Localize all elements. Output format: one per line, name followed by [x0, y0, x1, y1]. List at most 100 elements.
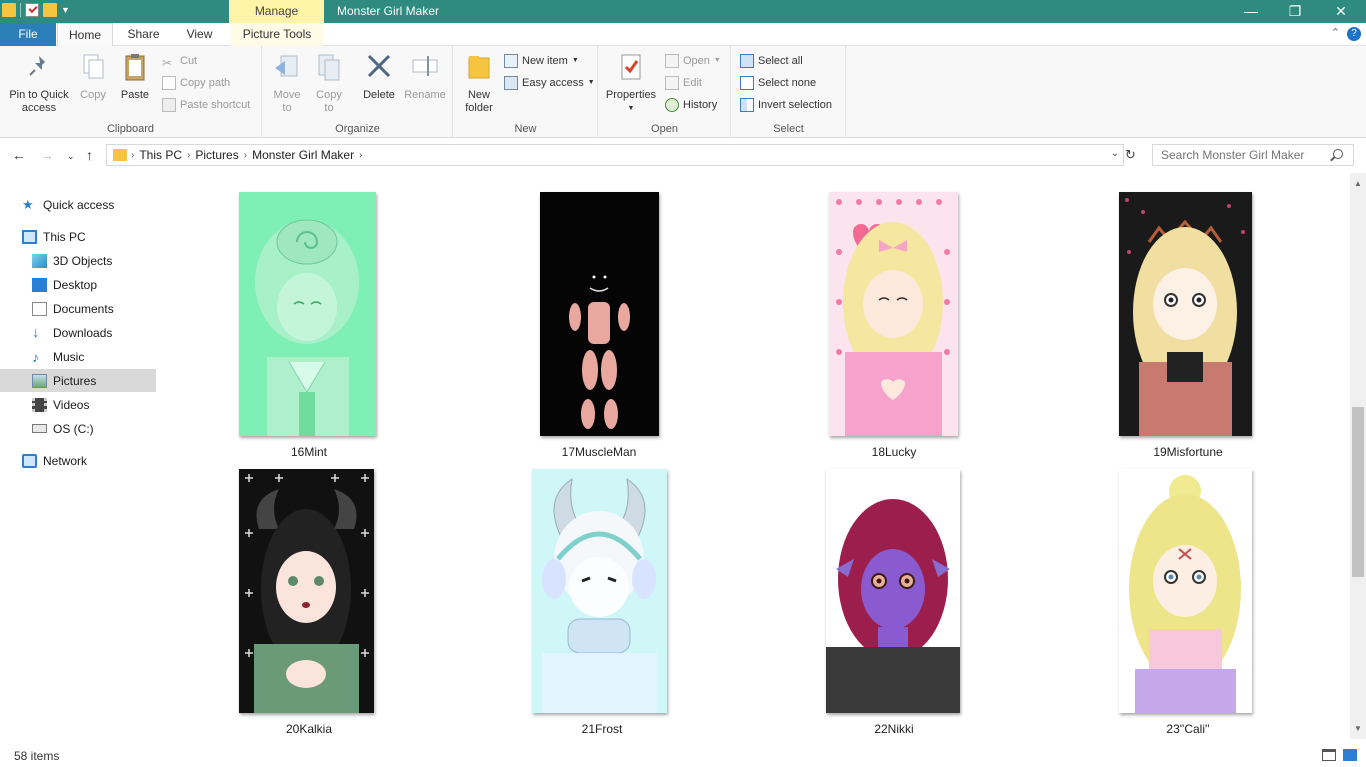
up-arrow-icon[interactable]: ↑ [86, 147, 93, 163]
sidebar-item-this-pc[interactable]: This PC [0, 225, 156, 248]
sidebar-item-3d-objects[interactable]: 3D Objects [0, 249, 156, 272]
new-item-button[interactable]: New item ▼ [504, 52, 579, 70]
scroll-thumb[interactable] [1352, 407, 1364, 577]
paste-button[interactable]: Paste [116, 52, 154, 102]
open-button[interactable]: Open ▼ [665, 52, 721, 70]
computer-icon [22, 229, 37, 244]
cut-button[interactable]: ✂ Cut [162, 52, 197, 70]
desktop-icon [32, 277, 47, 292]
scroll-down-icon[interactable]: ▼ [1354, 724, 1362, 733]
properties-button[interactable]: Properties ▼ [603, 52, 659, 115]
copy-path-label: Copy path [180, 77, 231, 89]
customize-toolbar-icon[interactable]: ▼ [61, 5, 70, 15]
chevron-down-icon[interactable]: ⌄ [1111, 148, 1119, 159]
file-label-21frost[interactable]: 21Frost [502, 722, 702, 736]
ribbon: Pin to Quick access Copy Paste ✂ Cut Cop… [0, 46, 1366, 138]
move-to-button[interactable]: Move to [267, 52, 307, 115]
back-arrow-icon[interactable]: ← [12, 147, 26, 163]
sidebar-item-music[interactable]: ♪ Music [0, 345, 156, 368]
tab-home[interactable]: Home [57, 23, 113, 46]
sidebar-item-network[interactable]: Network [0, 449, 156, 472]
thumbnail-18lucky[interactable] [829, 192, 958, 436]
paste-shortcut-button[interactable]: Paste shortcut [162, 96, 250, 114]
toolbar-divider [20, 3, 21, 17]
thumbnail-21frost[interactable] [532, 469, 667, 713]
address-bar[interactable]: › This PC › Pictures › Monster Girl Make… [106, 144, 1124, 166]
paste-icon [125, 54, 145, 81]
sidebar-item-pictures[interactable]: Pictures [0, 369, 156, 392]
history-button[interactable]: History [665, 96, 717, 114]
search-input[interactable] [1152, 144, 1354, 166]
thumbnail-image [826, 469, 960, 713]
copy-to-label: Copy to [316, 89, 342, 114]
sidebar-item-videos[interactable]: Videos [0, 393, 156, 416]
thumbnail-23cali[interactable] [1119, 469, 1252, 713]
thumbnail-image [239, 192, 376, 436]
tab-view[interactable]: View [172, 23, 227, 46]
file-label-16mint[interactable]: 16Mint [209, 445, 409, 459]
copy-to-button[interactable]: Copy to [309, 52, 349, 115]
help-icon[interactable]: ? [1347, 27, 1361, 41]
new-group-label: New [514, 123, 537, 135]
scroll-up-icon[interactable]: ▲ [1354, 179, 1362, 188]
forward-arrow-icon[interactable]: → [40, 147, 54, 163]
details-view-icon[interactable] [1322, 749, 1336, 761]
sidebar-item-desktop[interactable]: Desktop [0, 273, 156, 296]
sidebar-item-downloads[interactable]: ↓ Downloads [0, 321, 156, 344]
file-label-20kalkia[interactable]: 20Kalkia [209, 722, 409, 736]
large-icons-view-icon[interactable] [1343, 749, 1357, 761]
refresh-icon[interactable]: ↻ [1125, 147, 1136, 163]
recent-locations-icon[interactable]: ⌄ [67, 151, 75, 162]
thumbnail-image [540, 192, 659, 436]
restore-button[interactable]: ❐ [1272, 0, 1318, 23]
partial-file-label [229, 173, 389, 180]
file-label-19misfortune[interactable]: 19Misfortune [1088, 445, 1288, 459]
breadcrumb-this-pc[interactable]: This PC [134, 148, 187, 162]
thumbnail-17muscleman[interactable] [540, 192, 659, 436]
easy-access-button[interactable]: Easy access ▼ [504, 74, 595, 92]
sidebar-item-os-drive[interactable]: OS (C:) [0, 417, 156, 440]
edit-button[interactable]: Edit [665, 74, 702, 92]
tab-manage[interactable]: Manage [229, 0, 324, 23]
select-none-button[interactable]: Select none [740, 74, 816, 92]
file-label-23cali[interactable]: 23''Cali'' [1088, 722, 1288, 736]
breadcrumb-monster-girl-maker[interactable]: Monster Girl Maker [247, 148, 359, 162]
minimize-button[interactable]: — [1228, 0, 1274, 23]
pin-icon [29, 56, 45, 76]
history-label: History [683, 99, 718, 111]
new-folder-button[interactable]: New folder [460, 52, 498, 115]
breadcrumb-pictures[interactable]: Pictures [190, 148, 243, 162]
thumbnail-20kalkia[interactable] [239, 469, 374, 713]
delete-button[interactable]: Delete [359, 52, 399, 102]
properties-check-icon[interactable] [25, 3, 39, 17]
rename-button[interactable]: Rename [403, 52, 447, 102]
close-button[interactable]: ✕ [1318, 0, 1364, 23]
drive-icon [32, 424, 47, 433]
invert-selection-button[interactable]: Invert selection [740, 96, 832, 114]
breadcrumb-separator-icon[interactable]: › [359, 150, 362, 161]
new-folder-label: New folder [465, 89, 493, 114]
thumbnail-16mint[interactable] [239, 192, 376, 436]
copy-button[interactable]: Copy [76, 52, 110, 102]
network-icon [22, 453, 37, 468]
paste-label: Paste [120, 89, 150, 101]
tab-share[interactable]: Share [116, 23, 171, 46]
sidebar-item-quick-access[interactable]: ★ Quick access [0, 193, 156, 216]
vertical-scrollbar[interactable]: ▲ ▼ [1350, 173, 1366, 739]
new-folder-icon[interactable] [43, 3, 57, 17]
videos-icon [32, 397, 47, 412]
pin-quick-access-button[interactable]: Pin to Quick access [4, 52, 74, 115]
copy-path-button[interactable]: Copy path [162, 74, 230, 92]
thumbnail-22nikki[interactable] [826, 469, 960, 713]
sidebar-item-label: Pictures [53, 373, 97, 388]
tab-file[interactable]: File [0, 23, 56, 46]
select-all-button[interactable]: Select all [740, 52, 803, 70]
tab-picture-tools[interactable]: Picture Tools [231, 23, 323, 46]
file-label-22nikki[interactable]: 22Nikki [794, 722, 994, 736]
sidebar-item-documents[interactable]: Documents [0, 297, 156, 320]
file-label-18lucky[interactable]: 18Lucky [794, 445, 994, 459]
paste-shortcut-icon [162, 98, 176, 112]
thumbnail-19misfortune[interactable] [1119, 192, 1252, 436]
chevron-up-icon[interactable]: ⌃ [1331, 26, 1340, 39]
file-label-17muscleman[interactable]: 17MuscleMan [499, 445, 699, 459]
